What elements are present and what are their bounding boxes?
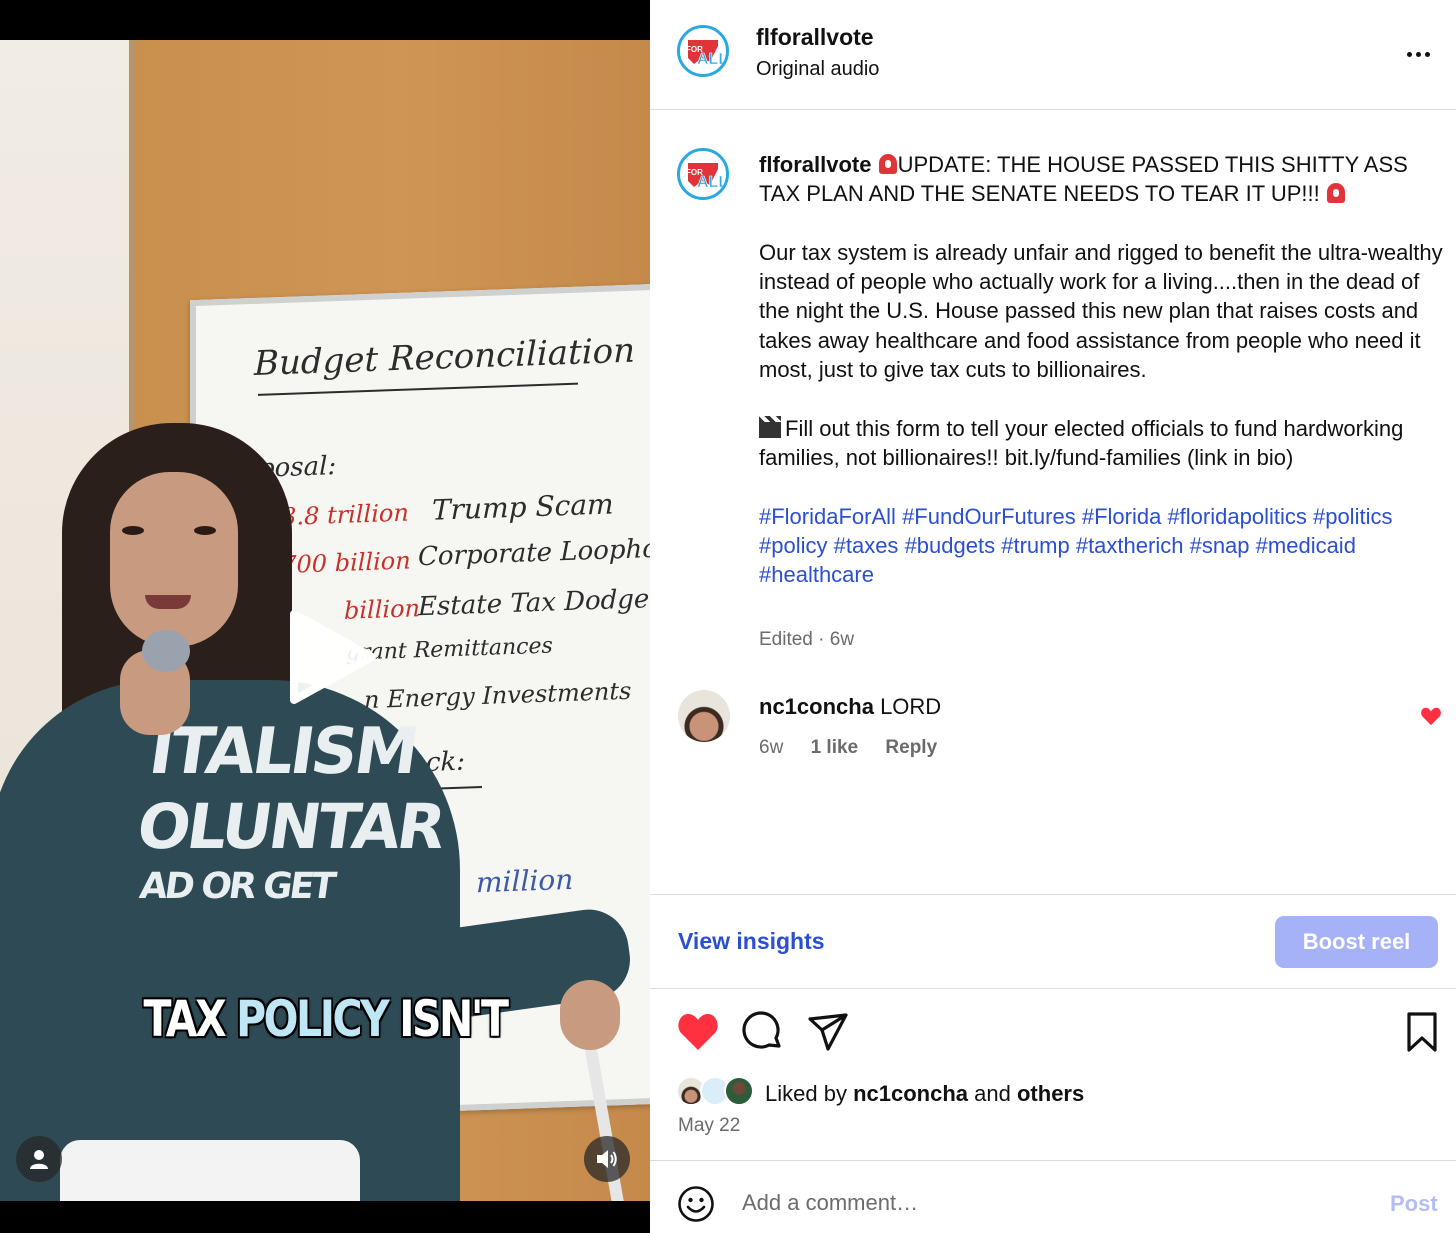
more-options-icon[interactable]: [1398, 34, 1438, 74]
person-face: [110, 472, 238, 647]
header-username[interactable]: flforallvote: [756, 24, 874, 51]
siren-icon: [878, 154, 897, 174]
clapperboard-icon: [759, 415, 781, 438]
post-comment-button[interactable]: Post: [1390, 1191, 1438, 1217]
video-frame[interactable]: Budget Reconciliation posal: $3.8 trilli…: [0, 40, 650, 1201]
volume-icon[interactable]: [584, 1136, 630, 1182]
play-icon[interactable]: [274, 602, 384, 712]
audio-label[interactable]: Original audio: [756, 58, 879, 81]
caption-word: TAX: [143, 990, 226, 1048]
liker-avatar[interactable]: [724, 1076, 754, 1106]
whiteboard-item-label: Corporate Loophole: [418, 533, 650, 573]
bookmark-icon[interactable]: [1400, 1010, 1444, 1054]
sweater-print-line: ITALISM: [144, 715, 421, 789]
whiteboard-title-underline: [258, 382, 578, 396]
comment-reply-button[interactable]: Reply: [885, 737, 937, 758]
user-icon[interactable]: [16, 1136, 62, 1182]
boost-reel-button[interactable]: Boost reel: [1275, 916, 1438, 968]
hashtag-list: #FloridaForAll #FundOurFutures #Florida …: [759, 502, 1444, 590]
commenter-username[interactable]: nc1concha: [759, 694, 874, 719]
person-mouth: [145, 595, 191, 609]
caption-text: flforallvote UPDATE: THE HOUSE PASSED TH…: [759, 150, 1444, 589]
person-pants: [60, 1140, 360, 1201]
emoji-icon[interactable]: [677, 1185, 715, 1223]
comment-text: LORD: [880, 694, 942, 719]
caption-paragraph: Fill out this form to tell your elected …: [759, 415, 1404, 470]
dot: [1415, 51, 1421, 57]
hashtag-link[interactable]: #taxes: [834, 533, 899, 558]
hashtag-link[interactable]: #FundOurFutures: [902, 504, 1076, 529]
hashtag-link[interactable]: #policy: [759, 533, 827, 558]
hashtag-link[interactable]: #Florida: [1082, 504, 1161, 529]
view-insights-link[interactable]: View insights: [678, 928, 825, 955]
liked-by-prefix: Liked by: [765, 1081, 847, 1106]
post-actions: [650, 1010, 1456, 1054]
comment-body: nc1concha LORD: [759, 694, 941, 720]
logo-text: ALL: [697, 174, 726, 191]
insights-bar: View insights Boost reel: [650, 894, 1456, 989]
whiteboard-item-label: Trump Scam: [432, 487, 614, 527]
post-info-panel: FOR ALL flforallvote Original audio FOR …: [650, 0, 1456, 1233]
comment-age: 6w: [759, 737, 784, 758]
hashtag-link[interactable]: #politics: [1313, 504, 1392, 529]
post-date[interactable]: May 22: [678, 1115, 740, 1137]
caption-username[interactable]: flforallvote: [759, 152, 871, 177]
liked-by-text: Liked by nc1concha and others: [765, 1081, 1084, 1107]
share-icon[interactable]: [806, 1010, 850, 1054]
caption-word-highlight: POLICY: [236, 990, 390, 1048]
comment-likes-count[interactable]: 1 like: [811, 737, 859, 758]
caption-paragraph: Our tax system is already unfair and rig…: [759, 239, 1443, 383]
hashtag-link[interactable]: #healthcare: [759, 562, 874, 587]
hashtag-link[interactable]: #snap: [1190, 533, 1250, 558]
whiteboard-bottom-amount: million: [476, 862, 574, 900]
whiteboard-item-label: n Energy Investments: [364, 676, 632, 715]
comment-input[interactable]: [742, 1183, 1362, 1223]
heart-icon[interactable]: [676, 1010, 720, 1054]
sweater-print-line: OLUNTAR: [132, 790, 448, 863]
reel-video-player[interactable]: Budget Reconciliation posal: $3.8 trilli…: [0, 0, 650, 1233]
logo-text: ALL: [697, 51, 726, 68]
comment-heart-icon[interactable]: [1420, 706, 1442, 726]
post-header: FOR ALL flforallvote Original audio: [650, 0, 1456, 110]
caption-edited-meta: Edited · 6w: [759, 629, 855, 650]
account-avatar[interactable]: FOR ALL: [677, 25, 729, 77]
video-caption: TAX POLICY ISN'T: [59, 990, 592, 1048]
liked-by-joiner: and: [974, 1081, 1011, 1106]
caption-avatar[interactable]: FOR ALL: [677, 148, 729, 200]
hashtag-link[interactable]: #taxtherich: [1076, 533, 1184, 558]
person-eye: [122, 526, 144, 535]
hashtag-link[interactable]: #trump: [1001, 533, 1069, 558]
hashtag-link[interactable]: #medicaid: [1256, 533, 1356, 558]
liked-by-others[interactable]: others: [1017, 1081, 1084, 1106]
person-eye: [194, 526, 216, 535]
comment-meta: 6w 1 like Reply: [759, 737, 959, 759]
whiteboard-item-label: Estate Tax Dodge: [418, 584, 650, 623]
hashtag-link[interactable]: #budgets: [905, 533, 996, 558]
likes-summary: Liked by nc1concha and others: [650, 1074, 1456, 1114]
caption-word: ISN'T: [399, 990, 509, 1048]
siren-icon: [1326, 183, 1345, 204]
sweater-print-line: AD OR GET: [137, 866, 336, 907]
microphone: [142, 630, 190, 672]
liked-by-user[interactable]: nc1concha: [853, 1081, 968, 1106]
commenter-avatar[interactable]: [678, 690, 730, 742]
whiteboard-title: Budget Reconciliation: [254, 330, 635, 384]
dot: [1424, 51, 1430, 57]
comment-item: nc1concha LORD 6w 1 like Reply: [650, 686, 1456, 776]
hashtag-link[interactable]: #floridapolitics: [1167, 504, 1306, 529]
comment-icon[interactable]: [741, 1010, 785, 1054]
comment-composer: Post: [650, 1160, 1456, 1233]
hashtag-link[interactable]: #FloridaForAll: [759, 504, 896, 529]
dot: [1406, 51, 1412, 57]
